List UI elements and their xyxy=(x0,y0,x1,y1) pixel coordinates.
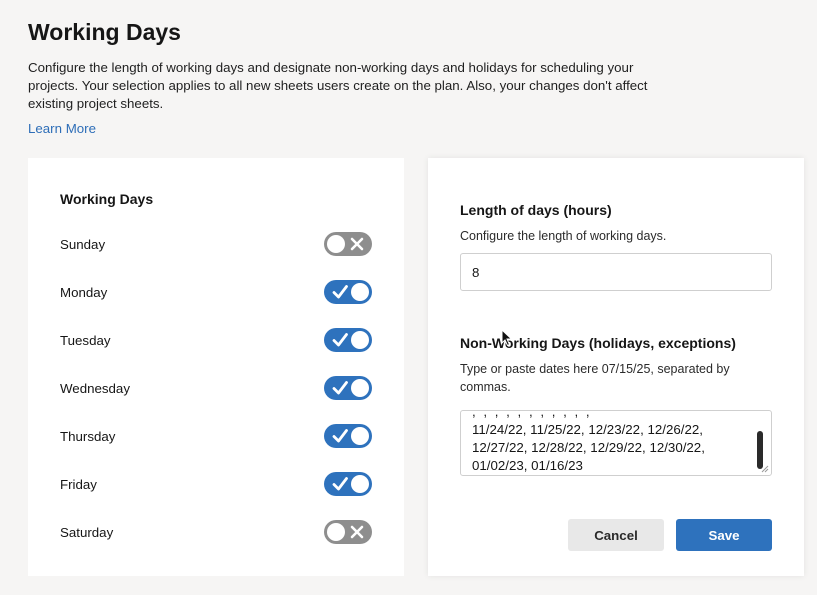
hours-input[interactable] xyxy=(460,253,772,291)
friday-toggle[interactable] xyxy=(324,472,372,496)
day-label-saturday: Saturday xyxy=(60,525,114,540)
toggle-knob xyxy=(351,379,369,397)
thursday-toggle[interactable] xyxy=(324,424,372,448)
check-icon xyxy=(332,429,348,443)
cancel-button[interactable]: Cancel xyxy=(568,519,664,551)
sunday-toggle[interactable] xyxy=(324,232,372,256)
day-row-sunday: Sunday xyxy=(60,232,372,258)
textarea-text: , , , , , , , , , , , 11/24/22, 11/25/22… xyxy=(472,410,742,475)
day-label-sunday: Sunday xyxy=(60,237,106,252)
page-description: Configure the length of working days and… xyxy=(28,60,648,111)
settings-card: Length of days (hours) Configure the len… xyxy=(428,158,804,576)
saturday-toggle[interactable] xyxy=(324,520,372,544)
toggle-knob xyxy=(351,427,369,445)
check-icon xyxy=(332,333,348,347)
day-label-thursday: Thursday xyxy=(60,429,116,444)
day-row-thursday: Thursday xyxy=(60,424,372,450)
textarea-line: 11/24/22, 11/25/22, 12/23/22, 12/26/22, xyxy=(472,422,703,437)
working-days-card: Working Days Sunday Monday Tuesday Wedne… xyxy=(28,158,404,576)
day-label-monday: Monday xyxy=(60,285,108,300)
day-row-monday: Monday xyxy=(60,280,372,306)
toggle-knob xyxy=(351,331,369,349)
toggle-knob xyxy=(351,475,369,493)
day-label-wednesday: Wednesday xyxy=(60,381,130,396)
toggle-knob xyxy=(351,283,369,301)
toggle-knob xyxy=(327,235,345,253)
non-working-days-textarea[interactable]: , , , , , , , , , , , 11/24/22, 11/25/22… xyxy=(460,410,772,476)
working-days-title: Working Days xyxy=(60,191,154,207)
wednesday-toggle[interactable] xyxy=(324,376,372,400)
learn-more-link[interactable]: Learn More xyxy=(28,120,96,138)
page-title: Working Days xyxy=(28,19,181,45)
resize-handle-icon[interactable] xyxy=(761,465,769,473)
textarea-line: 12/27/22, 12/28/22, 12/29/22, 12/30/22, xyxy=(472,440,705,455)
day-row-friday: Friday xyxy=(60,472,372,498)
monday-toggle[interactable] xyxy=(324,280,372,304)
tuesday-toggle[interactable] xyxy=(324,328,372,352)
check-icon xyxy=(332,477,348,491)
textarea-line: 01/02/23, 01/16/23 xyxy=(472,458,583,473)
save-button[interactable]: Save xyxy=(676,519,772,551)
length-description: Configure the length of working days. xyxy=(460,229,667,243)
day-row-saturday: Saturday xyxy=(60,520,372,546)
check-icon xyxy=(332,285,348,299)
day-label-friday: Friday xyxy=(60,477,97,492)
day-row-wednesday: Wednesday xyxy=(60,376,372,402)
textarea-line: , , , , , , , , , , , xyxy=(472,410,592,419)
check-icon xyxy=(332,381,348,395)
length-title: Length of days (hours) xyxy=(460,202,612,218)
mouse-cursor-icon xyxy=(501,329,513,347)
non-working-description: Type or paste dates here 07/15/25, separ… xyxy=(460,362,730,394)
day-row-tuesday: Tuesday xyxy=(60,328,372,354)
x-icon xyxy=(350,237,364,251)
x-icon xyxy=(350,525,364,539)
toggle-knob xyxy=(327,523,345,541)
day-label-tuesday: Tuesday xyxy=(60,333,111,348)
textarea-scrollbar[interactable] xyxy=(757,431,763,469)
